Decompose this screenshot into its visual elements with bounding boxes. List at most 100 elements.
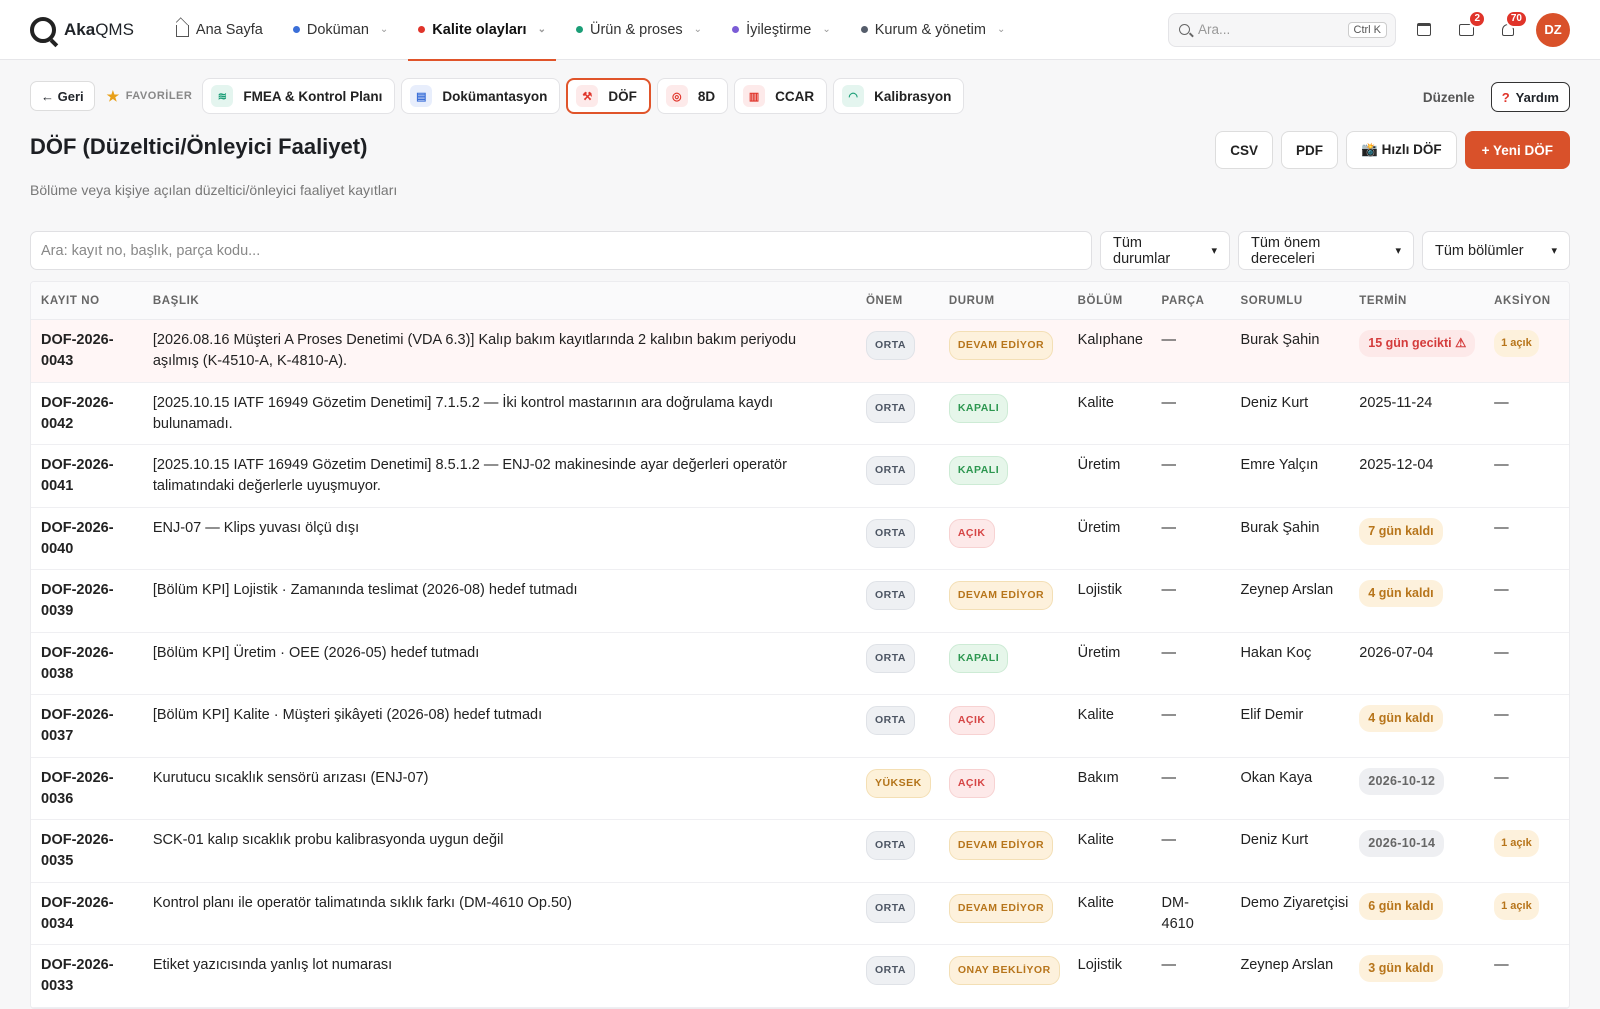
record-id[interactable]: DOF-2026-0041	[41, 455, 131, 497]
column-header[interactable]: DURUM	[949, 295, 1078, 307]
owner-name: Deniz Kurt	[1240, 394, 1309, 411]
action-cell: —	[1494, 393, 1569, 414]
owner-cell: Zeynep Arslan	[1240, 955, 1359, 976]
record-id-cell[interactable]: DOF-2026-0034	[31, 893, 153, 935]
department: Kalite	[1077, 707, 1114, 723]
home-icon	[175, 25, 189, 37]
inbox-button[interactable]: 2	[1452, 9, 1486, 44]
record-id[interactable]: DOF-2026-0038	[41, 643, 131, 685]
record-id-cell[interactable]: DOF-2026-0040	[31, 518, 153, 560]
table-row[interactable]: DOF-2026-0040 ENJ-07 — Klips yuvası ölçü …	[31, 508, 1569, 570]
department: Lojistik	[1077, 582, 1122, 598]
column-header[interactable]: SORUMLU	[1240, 295, 1359, 307]
favorite-3[interactable]: ◎ 8D	[656, 78, 729, 114]
edit-favorites-link[interactable]: Düzenle	[1423, 90, 1475, 105]
column-header[interactable]: AKSİYON	[1494, 295, 1569, 307]
action-badge: —	[1494, 394, 1509, 411]
record-title: [2026.08.16 Müşteri A Proses Denetimi (V…	[152, 332, 797, 369]
csv-export-button[interactable]: CSV	[1215, 131, 1274, 169]
favorite-4[interactable]: ▥ CCAR	[734, 78, 828, 114]
pdf-export-button[interactable]: PDF	[1281, 131, 1339, 169]
nav-item-3[interactable]: Ürün & proses ⌄	[566, 0, 712, 60]
record-id[interactable]: DOF-2026-0039	[41, 580, 131, 622]
nav-item-2[interactable]: Kalite olayları ⌄	[408, 0, 556, 61]
new-dof-button[interactable]: + Yeni DÖF	[1464, 131, 1570, 169]
record-id-cell[interactable]: DOF-2026-0041	[31, 455, 153, 497]
notifications-button[interactable]: 70	[1494, 9, 1528, 44]
severity-filter-select[interactable]: Tüm önem dereceleri ▾	[1238, 231, 1414, 270]
record-id-cell[interactable]: DOF-2026-0033	[31, 955, 153, 997]
table-row[interactable]: DOF-2026-0038 [Bölüm KPI] Üretim · OEE (2…	[31, 633, 1569, 695]
record-id[interactable]: DOF-2026-0040	[41, 518, 131, 560]
user-avatar[interactable]: DZ	[1536, 12, 1570, 47]
nav-label: Ürün & proses	[589, 21, 683, 38]
department: Lojistik	[1077, 957, 1122, 973]
status-cell: DEVAM EDİYOR	[948, 893, 1078, 923]
favorites-bar: ← Geri ★ FAVORİLER ≋ FMEA & Kontrol Planı ▤…	[30, 78, 965, 114]
nav-item-0[interactable]: Ana Sayfa	[166, 0, 273, 60]
title-cell: [2026.08.16 Müşteri A Proses Denetimi (V…	[153, 330, 866, 372]
table-row[interactable]: DOF-2026-0039 [Bölüm KPI] Lojistik · Zama…	[31, 570, 1569, 633]
part-cell: —	[1162, 643, 1241, 664]
table-row[interactable]: DOF-2026-0041 [2025.10.15 IATF 16949 Göze…	[31, 445, 1569, 508]
department-cell: Üretim	[1078, 518, 1162, 539]
record-id[interactable]: DOF-2026-0033	[41, 955, 131, 997]
record-id-cell[interactable]: DOF-2026-0039	[31, 580, 153, 622]
nav-item-1[interactable]: Doküman ⌄	[283, 0, 398, 60]
record-id[interactable]: DOF-2026-0042	[41, 393, 131, 435]
severity-badge: ORTA	[865, 331, 915, 360]
part-cell: —	[1162, 330, 1241, 351]
record-id[interactable]: DOF-2026-0034	[41, 893, 131, 935]
record-id-cell[interactable]: DOF-2026-0042	[31, 393, 153, 435]
brand-name: AkaQMS	[64, 19, 134, 39]
table-row[interactable]: DOF-2026-0033 Etiket yazıcısında yanlış l…	[31, 945, 1569, 1008]
part-code: —	[1161, 394, 1177, 411]
action-cell: 1 açık	[1494, 330, 1569, 357]
department-filter-select[interactable]: Tüm bölümler ▾	[1422, 231, 1570, 270]
table-row[interactable]: DOF-2026-0035 SCK-01 kalıp sıcaklık probu…	[31, 820, 1569, 883]
column-header[interactable]: PARÇA	[1162, 295, 1241, 307]
favorite-5[interactable]: ◠ Kalibrasyon	[833, 78, 965, 114]
favorite-2[interactable]: ⚒ DÖF	[566, 78, 651, 114]
department: Kalıphane	[1077, 332, 1143, 348]
column-header[interactable]: TERMİN	[1359, 295, 1494, 307]
column-header[interactable]: ÖNEM	[866, 295, 949, 307]
record-title: Kurutucu sıcaklık sensörü arızası (ENJ-0…	[152, 769, 429, 786]
quick-dof-button[interactable]: 📸 Hızlı DÖF	[1346, 131, 1457, 169]
back-button[interactable]: ← Geri	[30, 81, 95, 111]
table-row[interactable]: DOF-2026-0043 [2026.08.16 Müşteri A Prose…	[31, 320, 1569, 383]
help-button[interactable]: ? Yardım	[1490, 82, 1570, 112]
favorite-1[interactable]: ▤ Dokümantasyon	[401, 78, 561, 114]
nav-item-4[interactable]: İyileştirme ⌄	[722, 0, 841, 60]
record-id-cell[interactable]: DOF-2026-0035	[31, 830, 153, 872]
record-id[interactable]: DOF-2026-0035	[41, 830, 131, 872]
layers-icon: ≋	[211, 85, 234, 107]
column-header[interactable]: BÖLÜM	[1078, 295, 1162, 307]
table-row[interactable]: DOF-2026-0037 [Bölüm KPI] Kalite · Müşter…	[31, 695, 1569, 758]
record-id-cell[interactable]: DOF-2026-0038	[31, 643, 153, 685]
column-header[interactable]: KAYIT NO	[31, 295, 153, 307]
calendar-button[interactable]	[1410, 16, 1438, 44]
severity-cell: ORTA	[865, 893, 949, 923]
nav-item-5[interactable]: Kurum & yönetim ⌄	[851, 0, 1016, 60]
record-id-cell[interactable]: DOF-2026-0043	[31, 330, 153, 372]
title-cell: [2025.10.15 IATF 16949 Gözetim Denetimi]…	[153, 455, 866, 497]
table-row[interactable]: DOF-2026-0036 Kurutucu sıcaklık sensörü a…	[31, 758, 1569, 820]
status-filter-select[interactable]: Tüm durumlar ▾	[1100, 231, 1230, 270]
wrench-icon: ⚒	[576, 85, 599, 107]
favorite-0[interactable]: ≋ FMEA & Kontrol Planı	[202, 78, 396, 114]
brand-logo[interactable]: AkaQMS	[30, 16, 134, 43]
record-id[interactable]: DOF-2026-0037	[41, 705, 131, 747]
due-cell: 6 gün kaldı	[1359, 892, 1494, 920]
record-search-input[interactable]: Ara: kayıt no, başlık, parça kodu...	[30, 231, 1092, 270]
action-badge: —	[1494, 457, 1509, 473]
record-id[interactable]: DOF-2026-0043	[41, 330, 131, 372]
record-id[interactable]: DOF-2026-0036	[41, 768, 131, 810]
record-id-cell[interactable]: DOF-2026-0036	[31, 768, 153, 810]
record-id-cell[interactable]: DOF-2026-0037	[31, 705, 153, 747]
table-row[interactable]: DOF-2026-0034 Kontrol planı ile operatör …	[31, 883, 1569, 945]
column-header[interactable]: BAŞLIK	[153, 295, 866, 307]
due-badge: 6 gün kaldı	[1359, 892, 1443, 920]
table-row[interactable]: DOF-2026-0042 [2025.10.15 IATF 16949 Göze…	[31, 383, 1569, 445]
global-search-input[interactable]: Ara... Ctrl K	[1168, 12, 1396, 47]
